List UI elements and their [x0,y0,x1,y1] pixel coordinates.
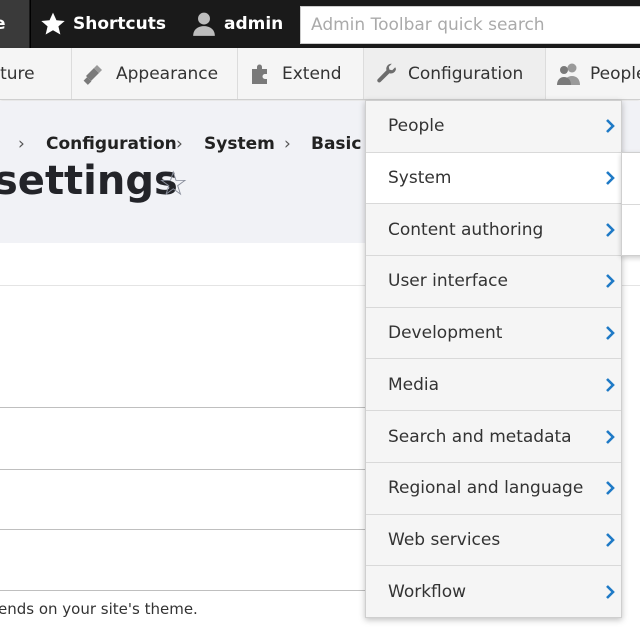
breadcrumb-separator: › [18,134,25,154]
chevron-right-icon [606,481,615,496]
menu-item-label: Workflow [388,582,467,603]
toolbar-home-label: e [0,14,6,34]
chevron-right-icon [606,377,615,392]
menu-item-label: Web services [388,529,501,550]
menu-item-regional-and-language[interactable]: Regional and language [366,463,621,515]
menu-item-label: Development [388,323,503,344]
menu-item-label: Media [388,374,440,395]
toolbar-user-tab[interactable]: admin [176,0,292,48]
menu-item-user-interface[interactable]: User interface [366,256,621,308]
chevron-right-icon [606,326,615,341]
chevron-right-icon [606,171,615,185]
chevron-right-icon [606,274,615,289]
tray-item-label: ucture [0,63,35,84]
people-icon [556,61,582,87]
tray-item-structure[interactable]: ucture [0,48,72,99]
chevron-right-icon [606,119,615,134]
tray-item-extend[interactable]: Extend [238,48,364,99]
tray-item-label: Appearance [116,63,219,84]
chevron-right-icon [606,533,615,547]
admin-toolbar: e Shortcuts admin [0,0,640,48]
breadcrumb-configuration[interactable]: Configuration [46,134,177,154]
admin-menu-tray: ucture Appearance Extend Configuration P… [0,48,640,100]
divider [0,469,366,470]
menu-item-development[interactable]: Development [366,308,621,360]
menu-item-content-authoring[interactable]: Content authoring [366,204,621,257]
menu-item-label: User interface [388,271,508,292]
wrench-icon [374,61,400,87]
admin-page: e Shortcuts admin ucture Appearance [0,0,640,640]
chevron-right-icon [606,429,615,444]
paint-roller-icon [82,61,108,87]
menu-item-people[interactable]: People [366,101,621,153]
menu-item-label: People [388,116,445,137]
breadcrumb-system[interactable]: System [204,134,275,154]
toolbar-search-input[interactable] [301,7,640,43]
tray-item-people[interactable]: People [546,48,640,99]
user-icon [190,10,218,38]
menu-item-media[interactable]: Media [366,360,621,412]
shortcut-star-icon[interactable]: ☆ [158,167,188,201]
configuration-dropdown-menu: People System Content authoring User int… [365,100,622,618]
breadcrumb-separator: › [284,134,291,154]
page-title: settings [0,158,178,204]
system-submenu-flyout [621,152,640,256]
divider [0,529,366,530]
toolbar-shortcuts-tab[interactable]: Shortcuts [30,0,174,48]
toolbar-home-tab[interactable]: e [0,0,29,48]
menu-item-label: Content authoring [388,219,544,240]
toolbar-user-label: admin [224,14,284,34]
tray-item-label: People [590,63,640,84]
menu-item-label: Regional and language [388,478,584,499]
divider [0,407,366,408]
tray-item-appearance[interactable]: Appearance [72,48,238,99]
star-icon [39,10,67,38]
menu-item-workflow[interactable]: Workflow [366,566,621,618]
menu-item-label: System [388,168,452,189]
chevron-right-icon [606,222,615,237]
puzzle-icon [248,61,274,87]
toolbar-shortcuts-label: Shortcuts [73,14,166,34]
divider [0,590,366,591]
menu-item-search-and-metadata[interactable]: Search and metadata [366,411,621,463]
tray-item-label: Configuration [408,63,524,84]
divider [622,204,640,205]
breadcrumb-separator: › [176,134,183,154]
tray-item-label: Extend [282,63,342,84]
menu-item-system[interactable]: System [366,152,621,205]
chevron-right-icon [606,585,615,600]
menu-item-web-services[interactable]: Web services [366,515,621,567]
menu-item-label: Search and metadata [388,426,572,447]
field-description: ends on your site's theme. [0,600,198,618]
tray-item-configuration[interactable]: Configuration [364,48,546,99]
toolbar-search-box [300,6,640,44]
